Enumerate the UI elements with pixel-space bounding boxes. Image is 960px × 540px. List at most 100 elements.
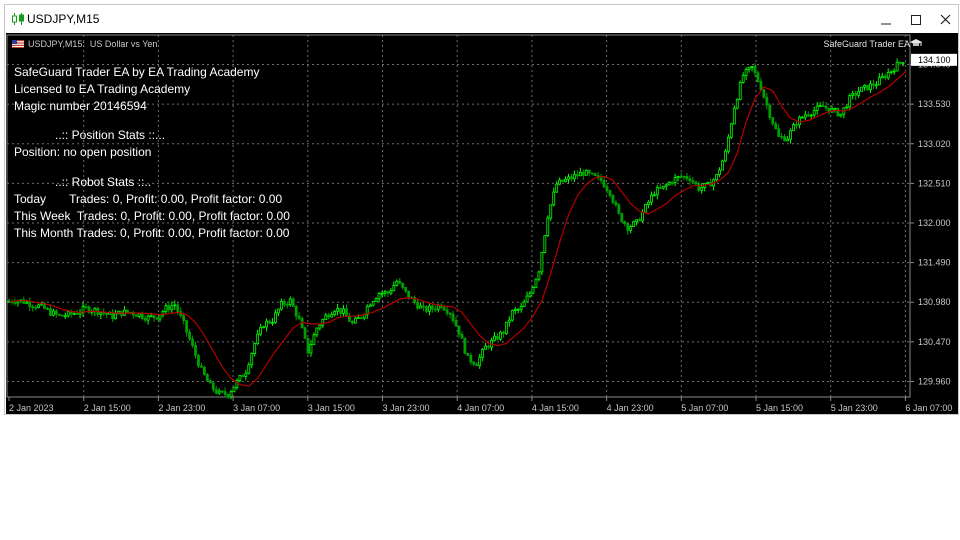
candle-body xyxy=(759,81,763,91)
candle-body xyxy=(507,319,511,323)
candle-body xyxy=(552,191,556,206)
candle-body xyxy=(297,315,301,319)
candle-body xyxy=(522,301,526,308)
candle-body xyxy=(182,315,186,321)
candle-body xyxy=(519,306,523,310)
candle-body xyxy=(359,317,363,319)
candle-body xyxy=(691,180,695,183)
candle-body xyxy=(164,305,168,312)
candle-body xyxy=(146,315,150,321)
candle-body xyxy=(433,308,437,311)
candle-body xyxy=(866,84,869,91)
candle-body xyxy=(798,116,801,126)
candle-body xyxy=(291,298,295,307)
candle-body xyxy=(629,226,633,231)
candle-body xyxy=(803,114,807,118)
candle-body xyxy=(635,219,639,223)
stats-today: Today Trades: 0, Profit: 0.00, Profit fa… xyxy=(14,192,283,206)
candle-body xyxy=(475,363,479,367)
candle-body xyxy=(386,291,390,294)
candle-body xyxy=(626,223,630,231)
candle-body xyxy=(670,181,674,184)
candle-body xyxy=(407,290,411,298)
price-chart[interactable]: 134.040133.530133.020132.510132.000131.4… xyxy=(6,33,958,414)
candle-body xyxy=(419,305,422,309)
y-tick-label: 133.020 xyxy=(918,139,951,149)
candle-body xyxy=(152,315,156,319)
candle-body xyxy=(140,313,144,319)
candle-body xyxy=(214,389,218,394)
candle-body xyxy=(673,177,677,184)
minimize-button[interactable] xyxy=(871,9,901,31)
candle-body xyxy=(608,190,612,196)
candle-body xyxy=(487,345,490,348)
candle-body xyxy=(501,331,505,334)
candle-body xyxy=(377,293,381,300)
candle-body xyxy=(694,181,698,185)
candle-body xyxy=(105,313,109,315)
candle-body xyxy=(880,75,884,79)
candle-body xyxy=(191,338,194,346)
candle-body xyxy=(493,335,496,341)
stats-this-week: This Week Trades: 0, Profit: 0.00, Profi… xyxy=(14,209,290,223)
close-button[interactable] xyxy=(931,9,960,31)
candle-body xyxy=(845,106,849,109)
candle-body xyxy=(448,312,452,315)
candle-body xyxy=(451,313,455,322)
y-tick-label: 130.980 xyxy=(918,297,951,307)
candle-body xyxy=(744,68,748,76)
info-ea-title: SafeGuard Trader EA by EA Trading Academ… xyxy=(14,65,260,79)
candle-body xyxy=(54,310,58,315)
candle-body xyxy=(765,96,769,106)
candle-body xyxy=(700,187,704,191)
candle-body xyxy=(315,327,319,336)
candle-body xyxy=(143,318,147,321)
candle-body xyxy=(792,124,795,132)
candle-body xyxy=(620,212,624,223)
candle-body xyxy=(821,105,825,108)
candle-body xyxy=(753,66,757,74)
candle-body xyxy=(351,321,354,324)
candle-body xyxy=(303,327,307,339)
candle-body xyxy=(777,128,781,137)
maximize-button[interactable] xyxy=(901,9,931,31)
candle-body xyxy=(383,291,387,294)
candle-body xyxy=(555,183,559,193)
candle-body xyxy=(454,320,458,327)
candle-body xyxy=(721,160,724,171)
candle-body xyxy=(724,150,727,162)
candle-body xyxy=(306,337,310,354)
candle-body xyxy=(795,124,798,126)
candle-body xyxy=(176,304,180,313)
candle-body xyxy=(31,306,35,309)
candle-body xyxy=(839,113,843,117)
x-tick-label: 3 Jan 23:00 xyxy=(383,403,430,413)
candle-body xyxy=(614,201,618,206)
candle-body xyxy=(641,211,644,222)
candle-body xyxy=(279,300,283,310)
window-titlebar[interactable]: USDJPY,M15 xyxy=(5,5,958,33)
candle-body xyxy=(537,271,541,280)
candle-body xyxy=(851,92,855,96)
candle-body xyxy=(510,310,514,321)
candle-body xyxy=(339,308,342,314)
candle-body xyxy=(581,171,585,176)
x-tick-label: 3 Jan 15:00 xyxy=(308,403,355,413)
candle-body xyxy=(546,217,550,237)
position-stats-header: ..:: Position Stats ::... xyxy=(55,128,166,142)
candle-body xyxy=(288,298,292,305)
y-tick-label: 130.470 xyxy=(918,337,951,347)
candle-body xyxy=(732,107,736,125)
current-price-label: 134.100 xyxy=(918,55,951,65)
candle-body xyxy=(253,343,257,354)
candle-body xyxy=(667,181,671,186)
candle-body xyxy=(697,183,701,191)
window-title: USDJPY,M15 xyxy=(27,12,100,26)
candle-body xyxy=(271,322,274,324)
candle-body xyxy=(460,333,464,339)
candle-body xyxy=(232,386,236,393)
candle-body xyxy=(342,308,345,314)
candle-body xyxy=(860,86,863,92)
candle-body xyxy=(241,375,245,377)
candle-body xyxy=(570,176,573,180)
